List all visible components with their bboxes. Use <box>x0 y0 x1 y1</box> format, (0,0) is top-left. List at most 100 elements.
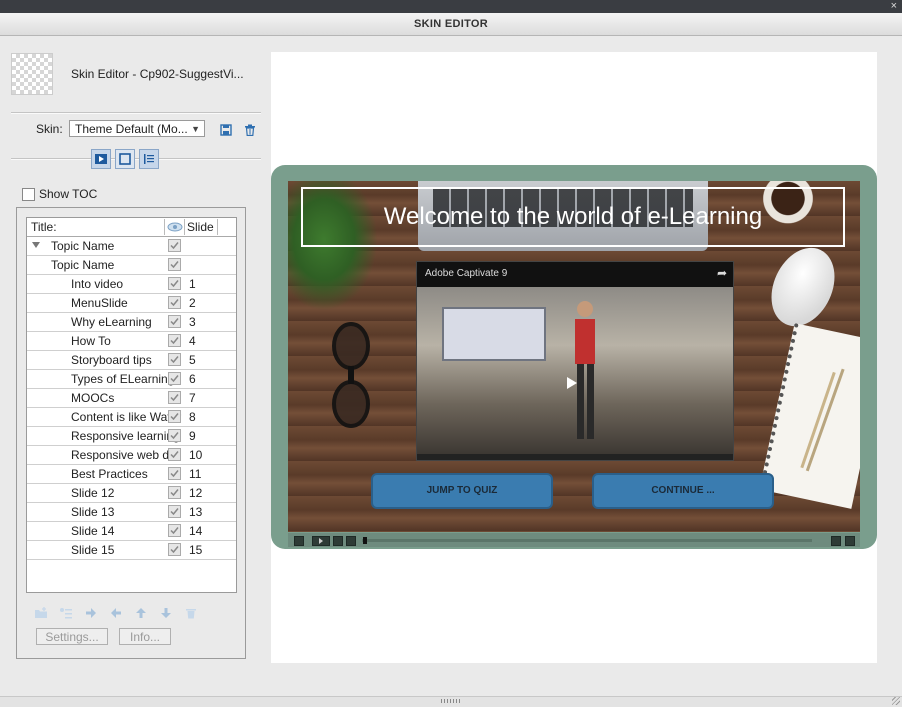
video-player[interactable]: Adobe Captivate 9 ➦ <box>416 261 734 461</box>
visibility-checkbox[interactable] <box>168 258 181 271</box>
show-toc-checkbox[interactable]: Show TOC <box>22 187 97 201</box>
play-icon[interactable] <box>312 536 330 546</box>
skin-label: Skin: <box>36 122 63 136</box>
tab-toc[interactable] <box>139 149 159 169</box>
table-row[interactable]: Slide 14 14 <box>27 522 236 541</box>
close-icon[interactable] <box>845 536 855 546</box>
rewind-icon[interactable] <box>294 536 304 546</box>
table-row[interactable]: Content is like Water 8 <box>27 408 236 427</box>
visibility-checkbox[interactable] <box>168 334 181 347</box>
toc-item-title: Storyboard tips <box>71 353 152 367</box>
visibility-checkbox[interactable] <box>168 448 181 461</box>
visibility-checkbox[interactable] <box>168 467 181 480</box>
pen-icon <box>800 368 845 472</box>
toc-item-title: Content is like Water <box>71 410 182 424</box>
toc-table: Title: Slide Topic Name Topic Name Into vi… <box>26 217 237 593</box>
toc-panel: Title: Slide Topic Name Topic Name Into vi… <box>16 207 246 659</box>
playbar-progress[interactable] <box>362 539 812 542</box>
slide-preview: Welcome to the world of e-Learning Adobe… <box>288 181 860 532</box>
slide-number: 3 <box>189 315 196 329</box>
close-icon[interactable]: × <box>891 0 897 13</box>
slide-number: 15 <box>189 543 203 557</box>
prev-icon[interactable] <box>333 536 343 546</box>
visibility-checkbox[interactable] <box>168 372 181 385</box>
table-row[interactable]: Into video 1 <box>27 275 236 294</box>
splitter-grip[interactable] <box>441 699 461 703</box>
slide-number: 1 <box>189 277 196 291</box>
settings-button[interactable]: Settings... <box>36 628 108 645</box>
table-row[interactable]: Best Practices 11 <box>27 465 236 484</box>
skin-editor-title: Skin Editor - Cp902-SuggestVi... <box>71 67 244 81</box>
slide-number: 13 <box>189 505 203 519</box>
toc-item-title: Responsive web d... <box>71 448 180 462</box>
trash-icon[interactable] <box>183 606 199 620</box>
toc-item-title: Slide 15 <box>71 543 115 557</box>
skin-select[interactable]: Theme Default (Mo... ▼ <box>69 120 205 137</box>
delete-skin-icon[interactable] <box>242 122 258 138</box>
table-row[interactable]: Slide 13 13 <box>27 503 236 522</box>
column-divider[interactable] <box>184 219 185 235</box>
table-row[interactable]: Why eLearning 3 <box>27 313 236 332</box>
toc-item-title: How To <box>71 334 111 348</box>
visibility-checkbox[interactable] <box>168 391 181 404</box>
arrow-left-icon[interactable] <box>108 606 124 620</box>
table-row[interactable]: Topic Name <box>27 256 236 275</box>
share-icon[interactable]: ➦ <box>717 266 727 280</box>
visibility-checkbox[interactable] <box>168 410 181 423</box>
table-row[interactable]: Topic Name <box>27 237 236 256</box>
arrow-down-icon[interactable] <box>158 606 174 620</box>
toc-item-title: Types of ELearning <box>71 372 175 386</box>
indent-icon[interactable] <box>58 606 74 620</box>
toc-item-title: Topic Name <box>51 258 115 272</box>
eye-icon <box>167 222 183 232</box>
col-slide: Slide <box>187 220 214 234</box>
visibility-checkbox[interactable] <box>168 315 181 328</box>
new-folder-icon[interactable] <box>33 606 49 620</box>
divider <box>11 112 261 114</box>
tab-borders[interactable] <box>115 149 135 169</box>
table-row[interactable]: MenuSlide 2 <box>27 294 236 313</box>
slide-number: 6 <box>189 372 196 386</box>
tab-playback[interactable] <box>91 149 111 169</box>
table-row[interactable]: MOOCs 7 <box>27 389 236 408</box>
visibility-checkbox[interactable] <box>168 277 181 290</box>
save-skin-icon[interactable] <box>218 122 234 138</box>
playbar-thumb[interactable] <box>363 537 367 544</box>
visibility-checkbox[interactable] <box>168 353 181 366</box>
slide-number: 12 <box>189 486 203 500</box>
toc-toolbar <box>33 606 199 620</box>
jump-to-quiz-button[interactable]: JUMP TO QUIZ <box>371 473 553 509</box>
toc-icon <box>144 154 154 164</box>
visibility-checkbox[interactable] <box>168 524 181 537</box>
visibility-checkbox[interactable] <box>168 505 181 518</box>
visibility-checkbox[interactable] <box>168 486 181 499</box>
play-icon[interactable] <box>567 377 577 389</box>
border-icon <box>119 153 131 165</box>
table-row[interactable]: Storyboard tips 5 <box>27 351 236 370</box>
table-row[interactable]: Responsive web d... 10 <box>27 446 236 465</box>
next-icon[interactable] <box>346 536 356 546</box>
resize-handle-icon[interactable] <box>892 697 900 705</box>
visibility-checkbox[interactable] <box>168 296 181 309</box>
video-frame <box>417 287 733 454</box>
continue-button[interactable]: CONTINUE ... <box>592 473 774 509</box>
video-progress[interactable] <box>417 454 733 460</box>
arrow-up-icon[interactable] <box>133 606 149 620</box>
info-button[interactable]: Info... <box>119 628 171 645</box>
table-row[interactable]: Responsive learning 9 <box>27 427 236 446</box>
table-row[interactable]: Slide 12 12 <box>27 484 236 503</box>
expand-arrow-icon[interactable] <box>32 242 40 248</box>
table-row[interactable]: Slide 15 15 <box>27 541 236 560</box>
table-row[interactable]: How To 4 <box>27 332 236 351</box>
column-divider[interactable] <box>217 219 218 235</box>
column-divider[interactable] <box>164 219 165 235</box>
slide-number: 14 <box>189 524 203 538</box>
table-row[interactable]: Types of ELearning 6 <box>27 370 236 389</box>
status-bar <box>0 696 902 707</box>
visibility-checkbox[interactable] <box>168 239 181 252</box>
arrow-right-icon[interactable] <box>83 606 99 620</box>
visibility-checkbox[interactable] <box>168 429 181 442</box>
visibility-checkbox[interactable] <box>168 543 181 556</box>
volume-icon[interactable] <box>831 536 841 546</box>
slide-number: 7 <box>189 391 196 405</box>
